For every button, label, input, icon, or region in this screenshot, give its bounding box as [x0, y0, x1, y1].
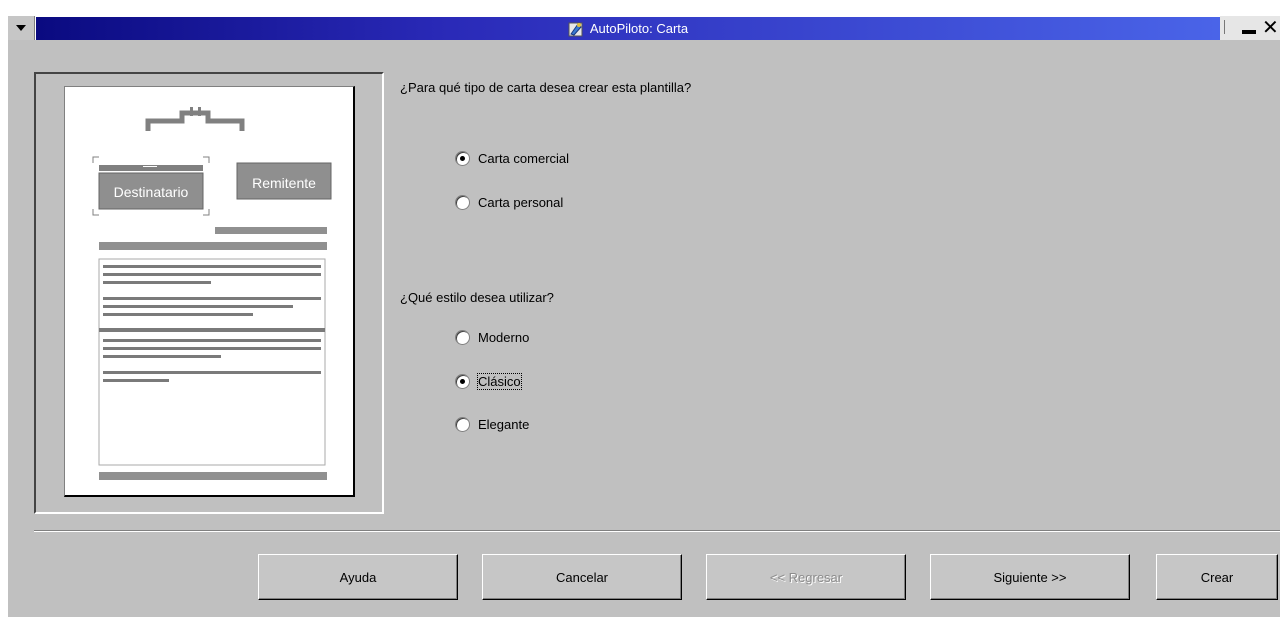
- close-icon[interactable]: ✕: [1262, 18, 1279, 38]
- cancel-button[interactable]: Cancelar: [482, 554, 682, 600]
- window-menu-button[interactable]: [8, 16, 35, 40]
- minimize-icon[interactable]: [1242, 30, 1256, 34]
- radio-label: Elegante: [478, 417, 530, 432]
- radio-label: Clásico: [477, 373, 522, 390]
- date-line: [215, 227, 327, 234]
- body-text-lines: [99, 265, 325, 382]
- radio-modern[interactable]: Moderno: [455, 330, 529, 345]
- radio-personal-letter[interactable]: Carta personal: [455, 195, 563, 210]
- window-controls: ✕: [1220, 16, 1280, 40]
- radio-label: Moderno: [478, 330, 530, 345]
- radio-label: Carta comercial: [478, 151, 570, 166]
- button-divider: [34, 530, 1280, 532]
- letter-type-question: ¿Para qué tipo de carta desea crear esta…: [400, 80, 692, 95]
- create-button[interactable]: Crear: [1156, 554, 1278, 600]
- radio-button[interactable]: [455, 195, 470, 210]
- help-button[interactable]: Ayuda: [258, 554, 458, 600]
- title-bar[interactable]: AutoPiloto: Carta ✕: [8, 16, 1280, 40]
- style-question: ¿Qué estilo desea utilizar?: [400, 290, 554, 305]
- recipient-box: Destinatario: [92, 156, 210, 216]
- radio-elegant[interactable]: Elegante: [455, 417, 529, 432]
- logo-graphic: [145, 107, 245, 131]
- subject-bar: [99, 242, 327, 250]
- title-band: AutoPiloto: Carta: [36, 17, 1220, 40]
- next-button[interactable]: Siguiente >>: [930, 554, 1130, 600]
- triangle-down-icon: [16, 25, 26, 31]
- back-button[interactable]: << Regresar: [706, 554, 906, 600]
- autopilot-app-icon: [568, 22, 583, 36]
- recipient-label: Destinatario: [114, 184, 189, 200]
- radio-label: Carta personal: [478, 195, 564, 210]
- window-title: AutoPiloto: Carta: [589, 21, 689, 36]
- radio-business-letter[interactable]: Carta comercial: [455, 151, 569, 166]
- radio-classic[interactable]: Clásico: [455, 373, 522, 390]
- radio-button[interactable]: [455, 330, 470, 345]
- dialog-window: AutoPiloto: Carta ✕ Destinatario Remiten…: [8, 16, 1280, 617]
- radio-button-checked[interactable]: [455, 374, 470, 389]
- sender-label: Remitente: [252, 175, 316, 191]
- sender-box: Remitente: [236, 162, 332, 200]
- body-area: [98, 258, 326, 466]
- footer-bar: [99, 472, 327, 480]
- radio-button-checked[interactable]: [455, 151, 470, 166]
- radio-button[interactable]: [455, 417, 470, 432]
- letter-preview: Destinatario Remitente: [64, 86, 355, 497]
